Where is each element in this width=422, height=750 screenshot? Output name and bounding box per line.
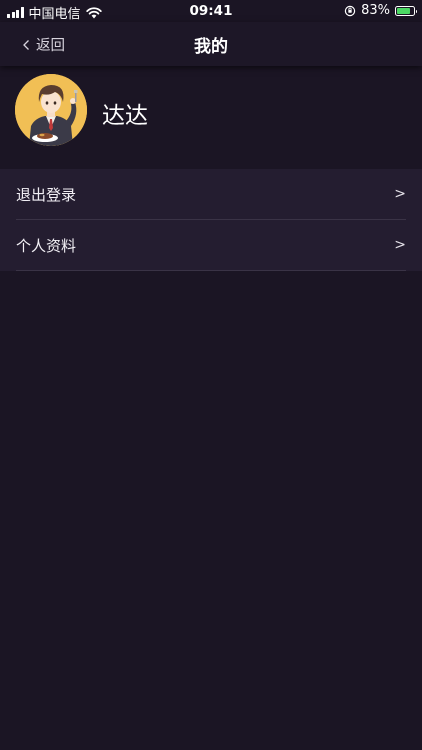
menu-list: 退出登录 > 个人资料 > xyxy=(0,169,422,271)
chevron-right-icon: > xyxy=(394,237,406,253)
menu-item-label: 个人资料 xyxy=(16,237,77,255)
screen: 中国电信 09:41 83% 返回 我的 达达 退出登录 > 个人资料 > xyxy=(0,0,422,750)
menu-item-profile[interactable]: 个人资料 > xyxy=(16,220,406,271)
chevron-right-icon: > xyxy=(394,186,406,202)
status-right: 83% xyxy=(344,3,417,18)
page-title: 我的 xyxy=(194,37,228,57)
username: 达达 xyxy=(102,103,148,129)
avatar[interactable] xyxy=(15,74,87,146)
orientation-lock-icon xyxy=(344,5,356,16)
menu-item-logout[interactable]: 退出登录 > xyxy=(16,169,406,220)
menu-item-label: 退出登录 xyxy=(16,186,77,204)
profile-header: 达达 xyxy=(0,66,422,169)
battery-icon xyxy=(395,5,417,16)
battery-percent: 83% xyxy=(361,3,390,18)
status-bar: 中国电信 09:41 83% xyxy=(0,0,422,22)
nav-bar: 返回 我的 xyxy=(0,22,422,66)
avatar-illustration-icon xyxy=(15,74,87,146)
battery-level xyxy=(397,7,411,14)
